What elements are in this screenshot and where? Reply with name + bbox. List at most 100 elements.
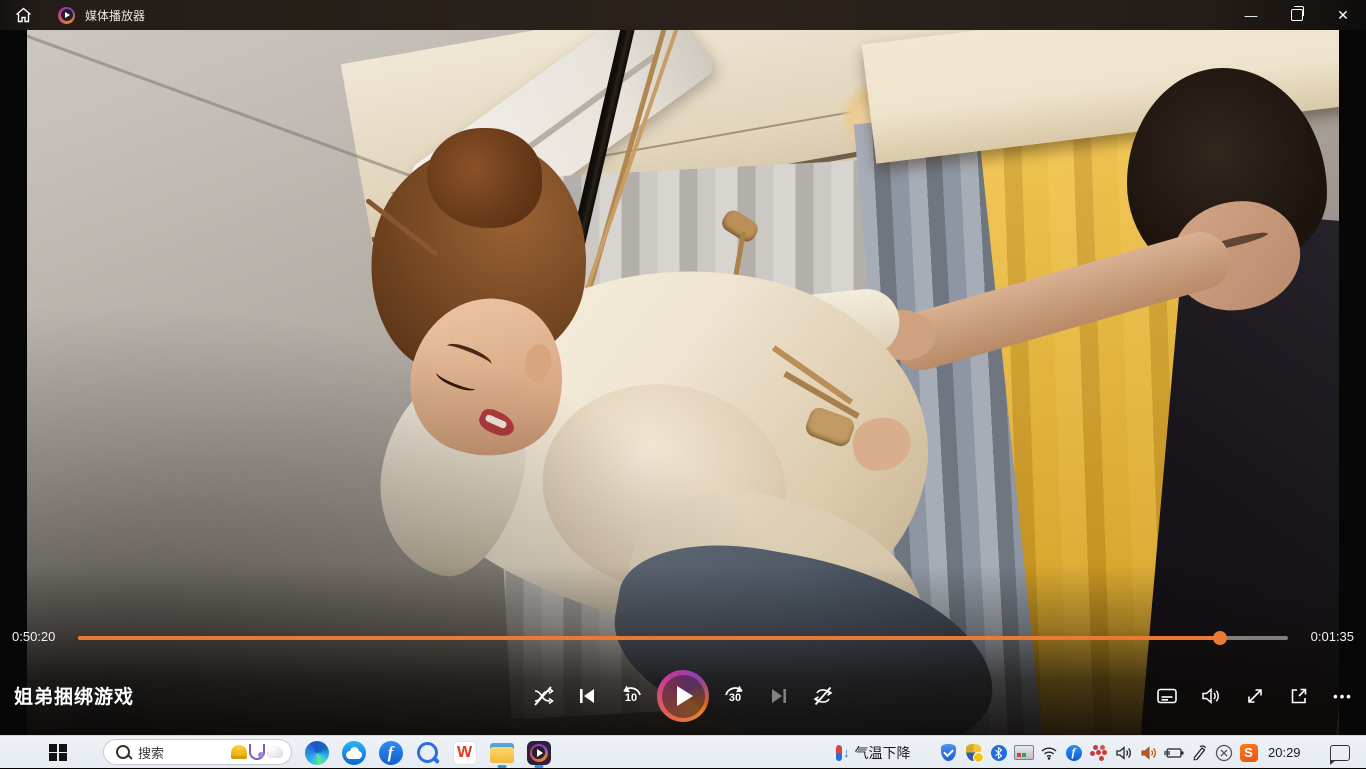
flash-tray-button[interactable]: f: [1061, 736, 1086, 769]
baidu-netdisk-icon: [342, 741, 366, 765]
bluetooth-tray-button[interactable]: [986, 736, 1011, 769]
defender-tray-button[interactable]: [961, 736, 986, 769]
repeat-off-icon: [811, 684, 835, 708]
home-icon: [15, 7, 32, 23]
next-icon: [768, 685, 790, 707]
safely-remove-tray-button[interactable]: [1211, 736, 1236, 769]
system-tray: f: [936, 736, 1261, 769]
flash-tray-icon: f: [1066, 745, 1082, 761]
minimize-icon: —: [1245, 8, 1258, 23]
home-button[interactable]: [0, 0, 46, 30]
edge-icon: [305, 741, 329, 765]
seek-fill: [78, 636, 1220, 640]
wifi-tray-button[interactable]: [1036, 736, 1061, 769]
battery-charging-icon: [1164, 746, 1184, 760]
window-title: 媒体播放器: [85, 7, 145, 24]
search-highlight-icons: [231, 744, 283, 760]
player-controls: 姐弟捆绑游戏 10: [0, 660, 1366, 732]
speaker-outline-icon: [1115, 745, 1133, 761]
taskbar-clock[interactable]: 20:29: [1268, 736, 1301, 769]
more-options-icon: •••: [1333, 689, 1353, 704]
more-options-button[interactable]: •••: [1325, 678, 1361, 714]
flash-icon: f: [379, 741, 403, 765]
notification-bubble-icon: [1330, 745, 1350, 761]
sogou-input-tray-button[interactable]: S: [1236, 736, 1261, 769]
speaker-filled-icon: [1140, 745, 1158, 761]
previous-button[interactable]: [569, 678, 605, 714]
eject-circle-icon: [1215, 744, 1233, 762]
pen-tray-button[interactable]: [1186, 736, 1211, 769]
app-icon-media-player: [58, 7, 75, 24]
video-title: 姐弟捆绑游戏: [14, 682, 134, 709]
titlebar: 媒体播放器 — ✕: [0, 0, 1366, 30]
search-box[interactable]: 搜索: [103, 739, 292, 765]
audio-manager-tray-button[interactable]: [1136, 736, 1161, 769]
volume-icon: [1199, 684, 1223, 708]
stethoscope-icon: [249, 744, 265, 760]
shuffle-off-button[interactable]: [525, 678, 561, 714]
media-player-taskbar-button[interactable]: [520, 736, 557, 769]
previous-icon: [576, 685, 598, 707]
time-elapsed: 0:50:20: [12, 629, 55, 644]
start-button[interactable]: [40, 736, 76, 769]
weather-text: 气温下降: [855, 743, 911, 763]
pen-icon: [1191, 745, 1207, 761]
printer-tray-button[interactable]: [1011, 736, 1036, 769]
captions-icon: [1155, 684, 1179, 708]
baidu-netdisk-button[interactable]: [335, 736, 372, 769]
restore-icon: [1291, 9, 1303, 21]
seek-bar[interactable]: [78, 636, 1288, 640]
edge-browser-button[interactable]: [298, 736, 335, 769]
wifi-icon: [1040, 745, 1058, 760]
repeat-off-button[interactable]: [805, 678, 841, 714]
chef-hat-icon: [267, 746, 283, 758]
play-button[interactable]: [657, 670, 709, 722]
notification-center-button[interactable]: [1322, 736, 1358, 769]
thermometer-icon: ↓: [836, 745, 850, 761]
taskbar-apps: f W: [298, 736, 557, 769]
shield-check-icon: [941, 744, 956, 761]
pc-manager-tray-button[interactable]: [936, 736, 961, 769]
bluetooth-icon: [991, 745, 1007, 761]
flash-app-button[interactable]: f: [372, 736, 409, 769]
restore-button[interactable]: [1274, 0, 1320, 30]
hardhat-icon: [231, 745, 247, 759]
time-remaining: 0:01:35: [1311, 629, 1354, 644]
red-cluster-tray-button[interactable]: [1086, 736, 1111, 769]
skip-forward-30-button[interactable]: 30: [717, 678, 753, 714]
volume-button[interactable]: [1193, 678, 1229, 714]
seek-thumb[interactable]: [1213, 631, 1227, 645]
media-player-app-icon: [527, 741, 551, 765]
next-button-disabled[interactable]: [761, 678, 797, 714]
skip-forward-label: 30: [729, 692, 741, 704]
weather-widget[interactable]: ↓ 气温下降: [836, 736, 911, 769]
wps-office-button[interactable]: W: [446, 736, 483, 769]
seek-row: 0:50:20 0:01:35: [0, 626, 1366, 650]
wps-icon: W: [453, 741, 477, 765]
transport-controls: 10 30: [525, 660, 841, 732]
magnifier-app-icon: [417, 742, 438, 763]
shuffle-off-icon: [531, 684, 555, 708]
mini-player-button[interactable]: [1281, 678, 1317, 714]
file-explorer-button[interactable]: [483, 736, 520, 769]
search-icon: [116, 745, 130, 759]
skip-back-10-button[interactable]: 10: [613, 678, 649, 714]
system-volume-tray-button[interactable]: [1111, 736, 1136, 769]
sogou-icon: S: [1240, 744, 1258, 762]
windows-logo-icon: [49, 744, 67, 762]
fullscreen-button[interactable]: [1237, 678, 1273, 714]
battery-tray-button[interactable]: [1161, 736, 1186, 769]
close-button[interactable]: ✕: [1320, 0, 1366, 30]
skip-back-label: 10: [625, 692, 637, 704]
captions-button[interactable]: [1149, 678, 1185, 714]
search-app-button[interactable]: [409, 736, 446, 769]
file-explorer-icon: [490, 743, 514, 763]
fullscreen-icon: [1243, 684, 1267, 708]
minimize-button[interactable]: —: [1228, 0, 1274, 30]
search-placeholder: 搜索: [138, 743, 164, 762]
play-ring: [662, 675, 705, 718]
secondary-controls: •••: [1149, 660, 1361, 732]
play-icon: [677, 686, 693, 706]
mini-player-icon: [1287, 684, 1311, 708]
defender-shield-icon: [966, 744, 981, 761]
